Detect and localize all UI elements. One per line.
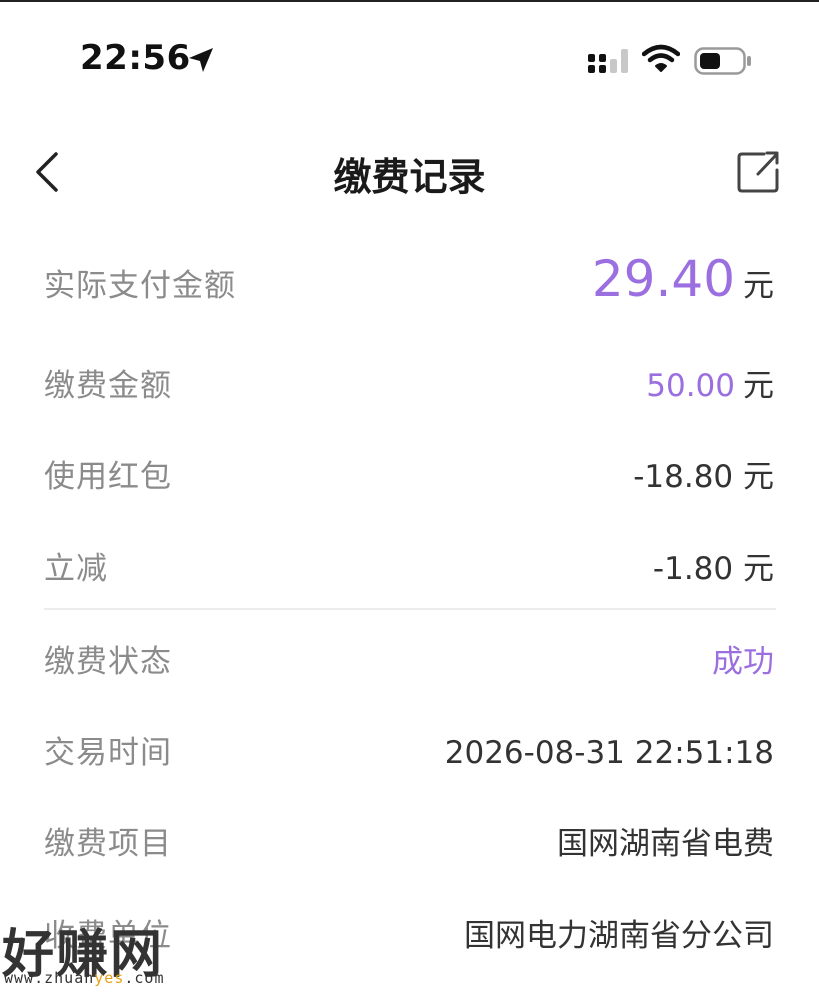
- watermark-url-suffix: .com: [124, 969, 165, 987]
- battery-icon: [694, 47, 751, 75]
- watermark-url: www.zhuanyes.com: [4, 969, 165, 987]
- watermark: 好赚网 www.zhuanyes.com: [0, 912, 200, 1000]
- red-packet-label: 使用红包: [44, 459, 172, 495]
- status-time: 22:56: [80, 38, 191, 78]
- instant-discount-value: -1.80 元: [652, 551, 774, 587]
- payment-amount-number: 50.00: [646, 368, 735, 404]
- actual-paid-value: 29.40 元: [592, 250, 774, 308]
- status-label: 缴费状态: [44, 644, 172, 680]
- item-label: 缴费项目: [44, 826, 172, 862]
- nav-bar: 缴费记录: [0, 120, 819, 220]
- watermark-url-prefix: www.zhuan: [4, 969, 95, 987]
- item-row: 缴费项目 国网湖南省电费: [44, 818, 774, 863]
- actual-paid-amount: 29.40: [591, 250, 735, 308]
- red-packet-row: 使用红包 -18.80 元: [44, 451, 774, 496]
- payment-amount-label: 缴费金额: [44, 368, 172, 404]
- instant-discount-label: 立减: [44, 551, 108, 587]
- status-row: 缴费状态 成功: [44, 636, 774, 681]
- watermark-url-highlight: yes: [94, 969, 125, 987]
- payee-value: 国网电力湖南省分公司: [464, 918, 774, 954]
- status-value: 成功: [712, 644, 774, 680]
- payment-amount-row: 缴费金额 50.00 元: [44, 360, 774, 405]
- wifi-icon: [642, 44, 680, 72]
- share-icon[interactable]: [734, 148, 782, 196]
- location-arrow-icon: [189, 48, 213, 72]
- page-title: 缴费记录: [333, 155, 486, 199]
- trade-time-label: 交易时间: [44, 735, 172, 771]
- payment-amount-unit: 元: [743, 368, 774, 404]
- cellular-signal-icon: [588, 49, 628, 73]
- red-packet-value: -18.80 元: [633, 459, 774, 495]
- trade-time-value: 2026-08-31 22:51:18: [444, 735, 774, 771]
- payment-amount-value: 50.00 元: [646, 360, 774, 405]
- trade-time-row: 交易时间 2026-08-31 22:51:18: [44, 727, 774, 772]
- actual-paid-unit: 元: [743, 268, 774, 304]
- divider: [44, 608, 776, 610]
- item-value: 国网湖南省电费: [557, 826, 774, 862]
- instant-discount-row: 立减 -1.80 元: [44, 543, 774, 588]
- status-bar: 22:56: [0, 0, 819, 110]
- actual-paid-label: 实际支付金额: [44, 268, 236, 304]
- actual-paid-row: 实际支付金额 29.40 元: [44, 250, 774, 308]
